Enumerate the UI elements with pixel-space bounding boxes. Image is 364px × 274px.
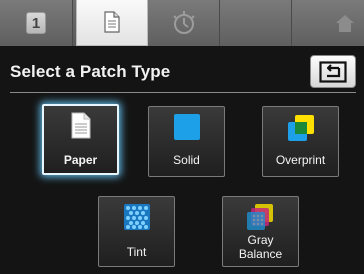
solid-square-icon (173, 114, 200, 140)
tint-dots-icon (123, 204, 150, 230)
patch-gray-balance-label-line1: Gray (247, 233, 274, 247)
number-1-icon: 1 (26, 12, 46, 34)
patch-solid-button[interactable]: Solid (148, 106, 225, 177)
back-button[interactable] (310, 55, 356, 88)
patch-overprint-label: Overprint (275, 153, 326, 167)
home-icon (336, 15, 354, 32)
tab-blank (220, 0, 292, 46)
document-icon (104, 11, 120, 33)
tab-job[interactable]: 1 (0, 0, 73, 46)
patch-gray-balance-button[interactable]: Gray Balance (222, 196, 299, 267)
header-divider (10, 92, 356, 93)
patch-gray-balance-label: Gray Balance (223, 233, 298, 261)
tab-measure[interactable] (148, 0, 220, 46)
tab-home[interactable] (292, 0, 364, 46)
back-arrow-icon (319, 60, 347, 83)
page-title: Select a Patch Type (10, 62, 171, 81)
timer-icon (172, 11, 195, 34)
patch-paper-button[interactable]: Paper (42, 104, 119, 175)
patch-tint-label: Tint (126, 245, 147, 259)
patch-gray-balance-label-line2: Balance (238, 247, 283, 261)
tab-bar: 1 (0, 0, 364, 46)
patch-tint-button[interactable]: Tint (98, 196, 175, 267)
paper-icon (71, 112, 90, 139)
gray-balance-icon (246, 204, 273, 230)
tab-patch[interactable] (76, 0, 148, 46)
patch-solid-label: Solid (173, 153, 200, 167)
patch-overprint-button[interactable]: Overprint (262, 106, 339, 177)
overprint-icon (287, 115, 314, 141)
patch-paper-label: Paper (63, 153, 98, 167)
